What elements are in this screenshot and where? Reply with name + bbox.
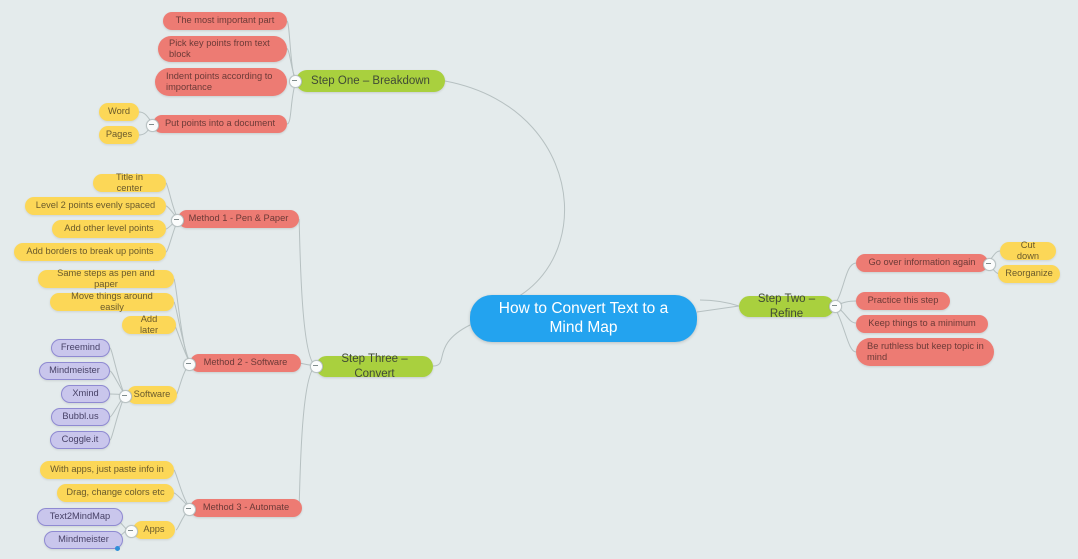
- collapse-toggle-step-three[interactable]: [310, 360, 323, 373]
- collapse-toggle-software[interactable]: [119, 390, 132, 403]
- node-step-one[interactable]: Step One – Breakdown: [296, 70, 445, 92]
- node-text2mindmap[interactable]: Text2MindMap: [37, 508, 123, 526]
- collapse-toggle-method-2[interactable]: [183, 358, 196, 371]
- node-with-apps-paste-info[interactable]: With apps, just paste info in: [40, 461, 174, 479]
- collapse-toggle-method-1[interactable]: [171, 214, 184, 227]
- root-node[interactable]: How to Convert Text to a Mind Map: [470, 295, 697, 342]
- node-add-later[interactable]: Add later: [122, 314, 176, 335]
- node-pick-key-points[interactable]: Pick key points from text block: [158, 36, 287, 62]
- node-freemind[interactable]: Freemind: [51, 339, 110, 357]
- collapse-toggle-apps[interactable]: [125, 525, 138, 538]
- collapse-toggle-method-3[interactable]: [183, 503, 196, 516]
- node-software[interactable]: Software: [127, 386, 177, 404]
- node-step-two[interactable]: Step Two – Refine: [739, 293, 834, 320]
- node-go-over-information[interactable]: Go over information again: [856, 254, 988, 272]
- node-drag-change-colors[interactable]: Drag, change colors etc: [57, 484, 174, 502]
- mind-map-canvas[interactable]: How to Convert Text to a Mind Map Step O…: [0, 0, 1078, 559]
- selection-handle-dot[interactable]: [115, 546, 120, 551]
- collapse-toggle-go-over-information[interactable]: [983, 258, 996, 271]
- node-method-2[interactable]: Method 2 - Software: [190, 354, 301, 372]
- node-indent-points[interactable]: Indent points according to importance: [155, 68, 287, 96]
- node-add-borders[interactable]: Add borders to break up points: [14, 243, 166, 261]
- node-xmind[interactable]: Xmind: [61, 385, 110, 403]
- node-mindmeister-software[interactable]: Mindmeister: [39, 362, 110, 380]
- collapse-toggle-step-two[interactable]: [829, 300, 842, 313]
- node-method-1[interactable]: Method 1 - Pen & Paper: [178, 210, 299, 228]
- collapse-toggle-put-points[interactable]: [146, 119, 159, 132]
- node-pages[interactable]: Pages: [99, 126, 139, 144]
- node-most-important-part[interactable]: The most important part: [163, 12, 287, 30]
- node-cut-down[interactable]: Cut down: [1000, 240, 1056, 261]
- node-coggle-it[interactable]: Coggle.it: [50, 431, 110, 449]
- node-title-in-center[interactable]: Title in center: [93, 172, 166, 193]
- node-reorganize[interactable]: Reorganize: [998, 265, 1060, 283]
- node-put-points-into-document[interactable]: Put points into a document: [153, 115, 287, 133]
- node-keep-things-minimum[interactable]: Keep things to a minimum: [856, 315, 988, 333]
- node-word[interactable]: Word: [99, 103, 139, 121]
- node-method-3[interactable]: Method 3 - Automate: [190, 499, 302, 517]
- node-apps[interactable]: Apps: [133, 521, 175, 539]
- node-same-steps-as-pen-and-paper[interactable]: Same steps as pen and paper: [38, 268, 174, 289]
- node-mindmeister-apps[interactable]: Mindmeister: [44, 531, 123, 549]
- node-bubbl-us[interactable]: Bubbl.us: [51, 408, 110, 426]
- collapse-toggle-step-one[interactable]: [289, 75, 302, 88]
- node-add-other-level-points[interactable]: Add other level points: [52, 220, 166, 238]
- node-move-things-around[interactable]: Move things around easily: [50, 291, 174, 312]
- node-be-ruthless[interactable]: Be ruthless but keep topic in mind: [856, 338, 994, 366]
- node-practice-this-step[interactable]: Practice this step: [856, 292, 950, 310]
- node-level-2-points[interactable]: Level 2 points evenly spaced: [25, 197, 166, 215]
- node-step-three[interactable]: Step Three – Convert: [316, 353, 433, 380]
